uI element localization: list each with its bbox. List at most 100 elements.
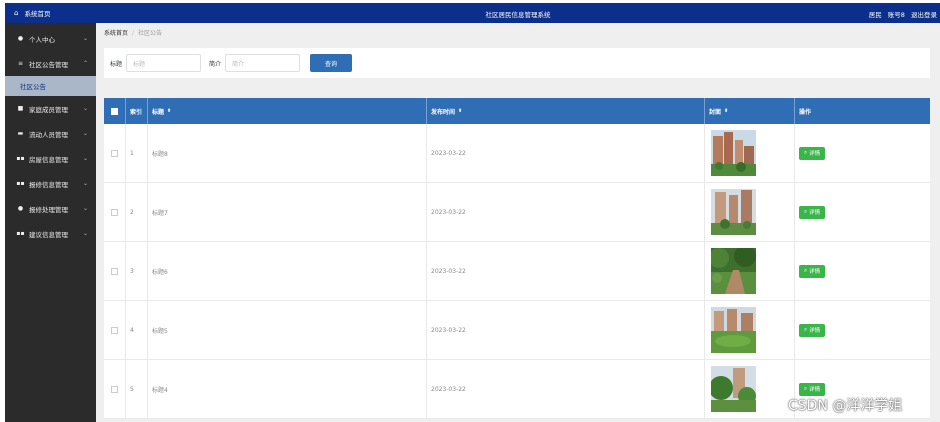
row-action: ⌕ 详情 xyxy=(795,301,930,359)
row-title: 标题7 xyxy=(148,183,427,241)
search-icon: ⌕ xyxy=(804,208,808,215)
user-account: 账号8 xyxy=(887,11,905,19)
header-date[interactable]: 发布时间 ⬍ xyxy=(427,98,705,124)
sidebar-item-floating[interactable]: ▬ 流动人员管理 ⌄ xyxy=(5,121,96,146)
table-row: 1 标题8 2023-03-22 ⌕ 详情 xyxy=(104,124,930,183)
sidebar-item-label: 社区公告管理 xyxy=(29,60,68,69)
sidebar-item-notice[interactable]: ≡ 社区公告管理 ⌃ xyxy=(5,51,96,76)
search-icon: ⌕ xyxy=(804,267,808,274)
header-date-label: 发布时间 xyxy=(431,108,456,116)
row-checkbox[interactable] xyxy=(111,149,118,157)
list-icon: ≡ xyxy=(17,60,24,67)
detail-button[interactable]: ⌕ 详情 xyxy=(799,264,826,278)
sidebar-item-label: 房屋信息管理 xyxy=(29,155,68,164)
select-all-checkbox[interactable] xyxy=(111,107,118,115)
sidebar-item-label: 报修处理管理 xyxy=(29,205,68,214)
detail-button[interactable]: ⌕ 详情 xyxy=(799,146,826,160)
chevron-down-icon: ⌄ xyxy=(82,105,88,112)
sidebar-item-label: 流动人员管理 xyxy=(29,130,68,139)
cover-image-buildings xyxy=(711,130,756,176)
sidebar-item-repair[interactable]: ▪▪ 报修信息管理 ⌄ xyxy=(5,171,96,196)
sidebar-item-suggestion[interactable]: ▪▪ 建议信息管理 ⌄ xyxy=(5,221,96,246)
row-action: ⌕ 详情 xyxy=(795,183,930,241)
sort-icon[interactable]: ⬍ xyxy=(167,108,171,114)
chat-icon: ▬ xyxy=(17,130,24,137)
row-date: 2023-03-22 xyxy=(427,124,705,182)
sidebar-item-repair-handle[interactable]: ● 报修处理管理 ⌄ xyxy=(5,196,96,221)
title-filter-label: 标题 xyxy=(110,60,123,68)
table-row: 4 标题5 2023-03-22 ⌕ 详情 xyxy=(104,301,930,360)
row-index: 2 xyxy=(126,183,148,241)
row-action: ⌕ 详情 xyxy=(795,124,930,182)
row-select-cell xyxy=(104,183,126,241)
cover-image-garden-path xyxy=(711,248,756,294)
row-title: 标题4 xyxy=(148,360,427,418)
sidebar-item-house[interactable]: ▪▪ 房屋信息管理 ⌄ xyxy=(5,146,96,171)
sidebar-item-family[interactable]: ■ 家庭成员管理 ⌄ xyxy=(5,96,96,121)
chevron-down-icon: ⌄ xyxy=(82,180,88,187)
detail-label: 详情 xyxy=(809,269,821,275)
detail-button[interactable]: ⌕ 详情 xyxy=(799,323,826,337)
breadcrumb-current: 社区公告 xyxy=(138,30,163,37)
row-select-cell xyxy=(104,242,126,300)
detail-label: 详情 xyxy=(809,210,821,216)
row-cover xyxy=(705,301,795,359)
sidebar-subitem-notice[interactable]: 社区公告 xyxy=(5,76,96,96)
intro-search-input[interactable]: 简介 xyxy=(225,54,301,72)
row-checkbox[interactable] xyxy=(111,385,118,393)
table-row: 3 标题6 2023-03-22 ⌕ 详情 xyxy=(104,242,930,301)
intro-filter-label: 简介 xyxy=(209,60,222,68)
row-checkbox[interactable] xyxy=(111,267,118,275)
sidebar-item-label: 个人中心 xyxy=(29,35,55,44)
detail-label: 详情 xyxy=(809,328,821,334)
row-select-cell xyxy=(104,301,126,359)
sidebar-home[interactable]: ⌂ 系统首页 xyxy=(5,3,96,23)
sidebar-item-personal[interactable]: ● 个人中心 ⌄ xyxy=(5,26,96,51)
row-title: 标题5 xyxy=(148,301,427,359)
user-role: 居民 xyxy=(868,11,882,19)
grid-icon: ▪▪ xyxy=(16,230,25,237)
chevron-down-icon: ⌄ xyxy=(82,230,88,237)
header-cover[interactable]: 封面 ⬍ xyxy=(705,98,795,124)
row-checkbox[interactable] xyxy=(111,208,118,216)
home-icon: ⌂ xyxy=(14,9,19,17)
chevron-down-icon: ⌄ xyxy=(82,205,88,212)
system-title: 社区居民信息管理系统 xyxy=(485,11,551,19)
breadcrumb-separator: / xyxy=(132,30,135,37)
sidebar: ⌂ 系统首页 ● 个人中心 ⌄ ≡ 社区公告管理 ⌃ 社区公告 ■ 家庭成员管理… xyxy=(5,3,96,422)
row-title: 标题8 xyxy=(148,124,427,182)
cover-image-trees xyxy=(711,366,756,412)
header-index: 索引 xyxy=(126,98,148,124)
row-date: 2023-03-22 xyxy=(427,360,705,418)
sort-icon[interactable]: ⬍ xyxy=(458,108,462,114)
breadcrumb-home[interactable]: 系统首页 xyxy=(104,30,128,37)
row-index: 5 xyxy=(126,360,148,418)
detail-button[interactable]: ⌕ 详情 xyxy=(799,205,826,219)
logout-link[interactable]: 退出登录 xyxy=(911,11,937,19)
header-title[interactable]: 标题 ⬍ xyxy=(148,98,427,124)
sidebar-item-label: 建议信息管理 xyxy=(29,230,68,239)
chevron-down-icon: ⌄ xyxy=(82,35,88,42)
search-icon: ⌕ xyxy=(804,326,808,333)
pin-icon: ● xyxy=(17,205,24,212)
chevron-up-icon: ⌃ xyxy=(82,60,88,67)
cover-image-lawn xyxy=(711,307,756,353)
query-button[interactable]: 查询 xyxy=(310,54,353,72)
detail-label: 详情 xyxy=(809,151,821,157)
chevron-down-icon: ⌄ xyxy=(82,130,88,137)
search-bar: 标题 标题 简介 简介 查询 xyxy=(104,48,930,78)
row-checkbox[interactable] xyxy=(111,326,118,334)
select-all-cell xyxy=(104,98,126,124)
sidebar-home-label: 系统首页 xyxy=(24,10,51,18)
detail-button[interactable]: ⌕ 详情 xyxy=(799,382,826,396)
header-action-label: 操作 xyxy=(799,108,812,116)
row-action: ⌕ 详情 xyxy=(795,242,930,300)
cover-image-towers xyxy=(711,189,756,235)
row-cover xyxy=(705,242,795,300)
detail-label: 详情 xyxy=(809,387,821,393)
grid-icon: ▪▪ xyxy=(16,180,25,187)
row-select-cell xyxy=(104,124,126,182)
sort-icon[interactable]: ⬍ xyxy=(724,108,728,114)
title-search-input[interactable]: 标题 xyxy=(126,54,202,72)
header-title-label: 标题 xyxy=(152,108,165,116)
